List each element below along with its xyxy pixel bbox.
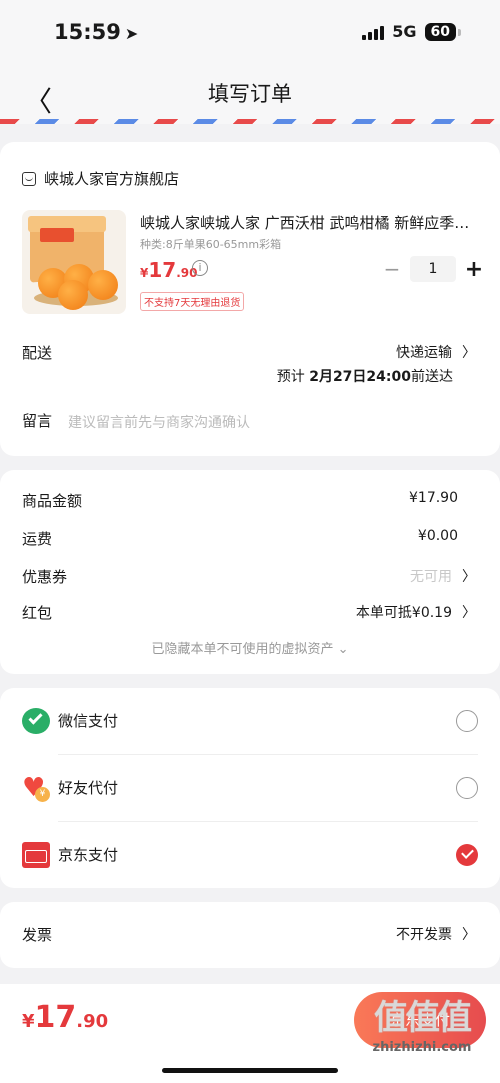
status-icons: 5G 60 [362,22,462,41]
quantity-value[interactable]: 1 [410,256,456,282]
radio-selected[interactable] [456,844,478,866]
minus-button[interactable]: − [382,257,402,281]
box-label [40,228,74,242]
product-spec: 种类:8斤单果60-65mm彩箱 [140,238,282,251]
eta-suffix: 前送达 [411,369,453,385]
store-name: 峡城人家官方旗舰店 [44,170,180,188]
price-int: 17 [148,258,177,282]
store-icon [22,171,36,186]
payment-option-wechat[interactable]: 微信支付 [0,688,500,754]
network-label: 5G [392,22,417,41]
payment-label: 微信支付 [58,712,119,730]
airmail-stripe [0,119,500,124]
plus-button[interactable]: + [464,257,484,282]
signal-icon [362,24,385,40]
redpacket-row[interactable]: 本单可抵¥0.19 〉 [356,602,476,622]
watermark: 值值值 zhizhizhi.com [356,996,488,1066]
orange-shape [88,270,118,300]
payment-card: 微信支付 ♥ ¥ 好友代付 京东支付 [0,688,500,888]
freight-value: ¥0.00 [417,528,458,544]
wechat-pay-icon [22,708,50,734]
delivery-label: 配送 [22,344,53,362]
note-label: 留言 [22,412,53,430]
friend-pay-icon: ♥ ¥ [22,775,50,802]
store-header[interactable]: 峡城人家官方旗舰店 [22,168,179,189]
redpacket-label: 红包 [22,604,53,622]
total-currency: ¥ [22,1011,35,1032]
eta-prefix: 预计 [276,369,305,385]
payment-label: 京东支付 [58,846,119,864]
payment-option-jd[interactable]: 京东支付 [0,822,500,888]
radio-unselected[interactable] [456,777,478,799]
coupon-value: 无可用 [410,569,452,585]
product-image[interactable] [22,210,126,314]
invoice-row[interactable]: 不开发票〉 [396,924,476,944]
goods-amount-label: 商品金额 [22,492,83,510]
invoice-value: 不开发票 [396,927,452,943]
page-title: 填写订单 [208,82,292,106]
top-bar: 15:59 ➤ 5G 60 〈 填写订单 [0,0,500,124]
back-chevron-icon[interactable]: 〈 [24,80,52,120]
order-item-card: 峡城人家官方旗舰店 峡城人家峡城人家 广西沃柑 武鸣柑橘 新鲜应季… 种类:8斤… [0,142,500,456]
battery-icon: 60 [424,22,462,41]
nav-bar: 〈 填写订单 [0,68,500,124]
invoice-card[interactable]: 发票 不开发票〉 [0,902,500,968]
chevron-right-icon: 〉 [462,345,476,361]
chevron-right-icon: 〉 [462,927,476,943]
delivery-method[interactable]: 快递运输〉 [396,342,476,362]
no-return-tag: 不支持7天无理由退货 [140,292,245,311]
redpacket-value: 本单可抵¥0.19 [355,605,452,621]
coupon-label: 优惠券 [22,568,68,586]
invoice-label: 发票 [22,926,53,944]
status-time: 15:59 ➤ [54,20,138,44]
coupon-row[interactable]: 无可用〉 [410,566,476,586]
chevron-right-icon: 〉 [462,569,476,585]
hidden-assets-toggle[interactable]: 已隐藏本单不可使用的虚拟资产 ⌄ [0,638,500,657]
product-title[interactable]: 峡城人家峡城人家 广西沃柑 武鸣柑橘 新鲜应季… [140,212,484,233]
info-icon[interactable]: i [192,260,208,276]
total-int: 17 [34,1000,77,1035]
quantity-stepper: − 1 + [382,256,484,282]
freight-label: 运费 [22,530,53,548]
home-indicator [162,1068,338,1073]
status-bar: 15:59 ➤ 5G 60 [0,0,500,68]
total-price: ¥17.90 [22,1000,108,1035]
price-summary-card: 商品金额 ¥17.90 运费 ¥0.00 优惠券 无可用〉 红包 本单可抵¥0.… [0,470,500,674]
product-price: ¥17.90 [140,258,197,282]
delivery-method-text: 快递运输 [396,345,452,361]
time-text: 15:59 [54,20,121,44]
watermark-url: zhizhizhi.com [372,1040,472,1055]
jd-pay-icon [22,842,50,868]
delivery-eta: 预计 2月27日24:00前送达 [277,366,453,386]
eta-date: 2月27日24:00 [309,369,411,385]
note-input[interactable]: 建议留言前先与商家沟通确认 [68,412,250,432]
goods-amount-value: ¥17.90 [409,490,458,506]
radio-unselected[interactable] [456,710,478,732]
payment-label: 好友代付 [58,779,119,797]
orange-shape [58,280,88,310]
location-arrow-icon: ➤ [124,24,139,43]
payment-option-friend[interactable]: ♥ ¥ 好友代付 [0,755,500,821]
watermark-logo: 值值值 [374,998,472,1038]
total-dec: .90 [76,1011,109,1032]
chevron-right-icon: 〉 [462,605,476,621]
